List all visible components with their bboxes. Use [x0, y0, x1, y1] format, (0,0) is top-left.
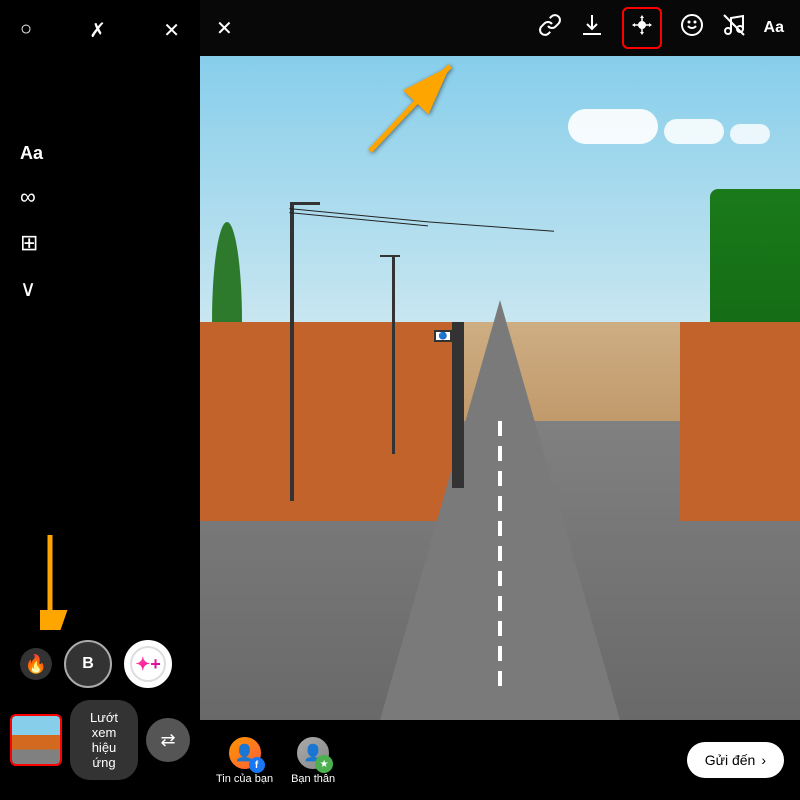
crossbar2 — [380, 255, 400, 257]
sticker-icon[interactable] — [680, 13, 704, 43]
flame-icon-btn[interactable]: 🔥 — [20, 648, 52, 680]
cloud2 — [664, 119, 724, 144]
cloud3 — [730, 124, 770, 144]
bold-btn[interactable]: B — [64, 640, 112, 688]
layout-tool-icon[interactable]: ⊞ — [20, 230, 180, 256]
toolbar-center: Aa — [538, 7, 784, 49]
close-left-icon[interactable]: ✕ — [163, 18, 180, 43]
top-icons: ○ ✗ ✕ — [0, 0, 200, 53]
send-label: Gửi đến — [705, 752, 756, 768]
circle-icon[interactable]: ○ — [20, 18, 32, 43]
close-story-icon[interactable]: ✕ — [216, 16, 233, 41]
move-icon — [630, 13, 654, 43]
magic-btn[interactable]: ✦+ — [124, 640, 172, 688]
story-toolbar: ✕ — [200, 0, 800, 56]
pole1 — [290, 202, 294, 501]
right-panel: ✕ — [200, 0, 800, 800]
magic-symbol: ✦+ — [135, 654, 161, 675]
infinity-tool-icon[interactable]: ∞ — [20, 184, 180, 210]
effect-thumbnail[interactable] — [10, 714, 62, 766]
link-icon[interactable] — [538, 13, 562, 43]
circle-tools: 🔥 B ✦+ — [10, 640, 190, 688]
star-icon: ★ — [320, 759, 329, 770]
effect-row: Lướt xem hiệu ứng ⇄ — [10, 700, 190, 780]
cloud1 — [568, 109, 658, 144]
camera-swap-icon: ⇄ — [160, 730, 175, 751]
camera-swap-btn[interactable]: ⇄ — [146, 718, 190, 762]
left-panel: ○ ✗ ✕ Aa ∞ ⊞ ∨ 🔥 B — [0, 0, 200, 800]
move-highlighted-btn[interactable] — [622, 7, 662, 49]
clouds — [568, 109, 770, 144]
avatar2-container: 👤 ★ — [295, 735, 331, 771]
avatar1-container: 👤 f — [227, 735, 263, 771]
story-image: 🔵 — [200, 56, 800, 720]
dirt-right — [680, 322, 800, 521]
crossbar1 — [290, 202, 320, 205]
pole2 — [392, 255, 395, 454]
effect-label[interactable]: Lướt xem hiệu ứng — [70, 700, 138, 780]
audience2[interactable]: 👤 ★ Bạn thân — [291, 735, 335, 785]
audience2-label: Bạn thân — [291, 773, 335, 785]
green-star-badge: ★ — [315, 755, 333, 773]
text-aa-icon[interactable]: Aa — [764, 19, 784, 37]
facebook-badge: f — [249, 757, 265, 773]
sound-off-icon[interactable] — [722, 13, 746, 43]
road-sign: 🔵 — [434, 330, 452, 342]
left-tools: Aa ∞ ⊞ ∨ — [0, 113, 200, 332]
bottom-actions: 👤 f Tin của bạn 👤 ★ Bạn thân — [200, 720, 800, 800]
road-scene: 🔵 — [200, 56, 800, 720]
audience1[interactable]: 👤 f Tin của bạn — [216, 735, 273, 785]
download-icon[interactable] — [580, 13, 604, 43]
audience1-label: Tin của bạn — [216, 773, 273, 785]
road-center-line — [498, 421, 502, 687]
chevron-tool-icon[interactable]: ∨ — [20, 276, 180, 302]
yellow-arrow-bottom — [40, 530, 110, 635]
send-button[interactable]: Gửi đến › — [687, 742, 784, 778]
road-sign-pole — [452, 322, 464, 488]
text-tool-icon[interactable]: Aa — [20, 143, 180, 164]
toolbar-left: ✕ — [216, 16, 233, 41]
flash-off-icon[interactable]: ✗ — [89, 18, 106, 43]
bottom-bar: 🔥 B ✦+ Lướt xem hiệu ứng ⇄ — [0, 630, 200, 800]
send-arrow-icon: › — [761, 752, 766, 768]
audience-row: 👤 f Tin của bạn 👤 ★ Bạn thân — [216, 735, 335, 785]
thumbnail-road-img — [12, 716, 60, 764]
